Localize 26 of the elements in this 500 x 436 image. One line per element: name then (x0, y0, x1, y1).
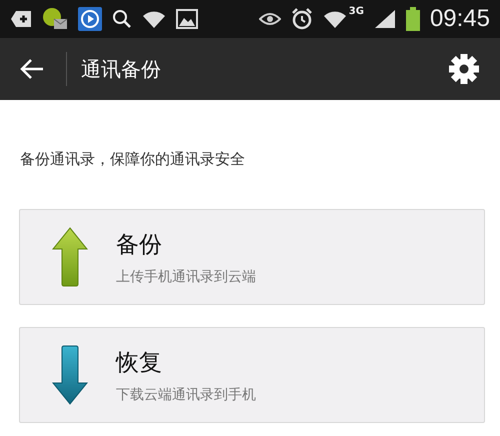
battery-icon (406, 7, 420, 31)
eye-icon (258, 11, 281, 27)
up-arrow-icon (52, 227, 88, 287)
back-arrow-icon (20, 58, 44, 80)
action-title: 恢复 (116, 348, 163, 378)
alarm-icon (290, 8, 313, 30)
wifi-icon (322, 9, 347, 29)
action-card[interactable]: 备份 上传手机通讯录到云端 (19, 209, 485, 305)
clock: 09:45 (430, 5, 490, 33)
screen-title: 通讯备份 (81, 56, 161, 82)
settings-icon (448, 53, 480, 85)
down-arrow-icon (52, 345, 88, 405)
play-icon (78, 7, 102, 31)
action-card[interactable]: 恢复 下载云端通讯录到手机 (19, 327, 485, 423)
add-tag-icon (10, 10, 32, 28)
action-subtitle: 上传手机通讯录到云端 (116, 268, 256, 286)
description: 备份通讯录，保障你的通讯录安全 (20, 150, 245, 169)
action-title: 备份 (116, 230, 163, 260)
search-icon (112, 9, 132, 29)
contacts-mail-icon (42, 7, 68, 31)
signal-icon (374, 9, 396, 29)
network-type: 3G (348, 6, 364, 17)
image-icon (176, 9, 198, 29)
wifi-icon (142, 9, 166, 29)
action-subtitle: 下载云端通讯录到手机 (116, 386, 256, 404)
settings-button[interactable] (448, 53, 480, 85)
